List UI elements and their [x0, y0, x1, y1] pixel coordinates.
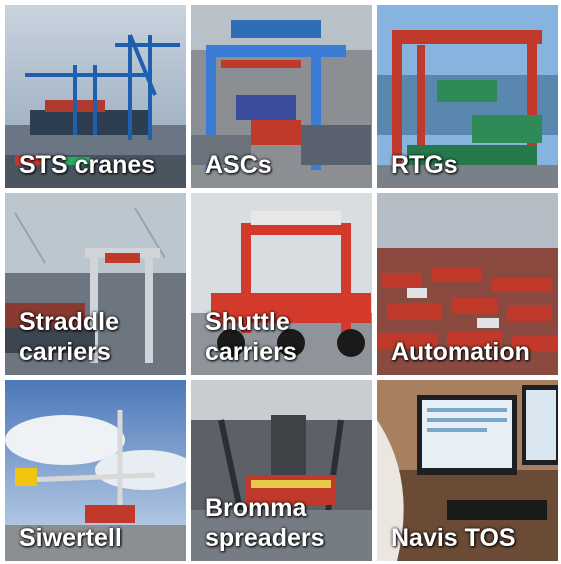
- tile-label: Shuttle carriers: [205, 308, 297, 366]
- tile-label: STS cranes: [19, 151, 156, 179]
- tile-label: Navis TOS: [391, 524, 516, 552]
- tile-label: Bromma spreaders: [205, 494, 325, 552]
- tile-ascs[interactable]: ASCs: [191, 5, 372, 188]
- tile-sts-cranes[interactable]: STS cranes: [5, 5, 186, 188]
- tile-bromma-spreaders[interactable]: Bromma spreaders: [191, 380, 372, 561]
- tile-label: ASCs: [205, 151, 272, 179]
- tile-label: Automation: [391, 338, 530, 366]
- tile-label: Straddle carriers: [19, 308, 120, 366]
- tile-navis-tos[interactable]: Navis TOS: [377, 380, 558, 561]
- tile-straddle-carriers[interactable]: Straddle carriers: [5, 193, 186, 375]
- tile-siwertell[interactable]: Siwertell: [5, 380, 186, 561]
- tile-label: Siwertell: [19, 524, 122, 552]
- tile-label: RTGs: [391, 151, 458, 179]
- tile-automation[interactable]: Automation: [377, 193, 558, 375]
- tile-rtgs[interactable]: RTGs: [377, 5, 558, 188]
- product-grid: STS cranes ASCs RTGs Straddle carriers S…: [5, 5, 558, 561]
- tile-shuttle-carriers[interactable]: Shuttle carriers: [191, 193, 372, 375]
